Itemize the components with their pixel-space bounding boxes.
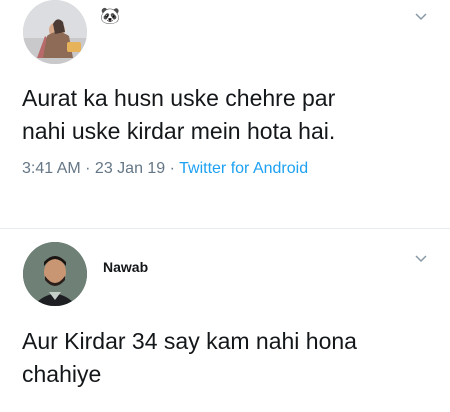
avatar[interactable] (23, 242, 87, 306)
tweet-date[interactable]: 23 Jan 19 (95, 160, 165, 177)
chevron-down-icon[interactable] (414, 252, 428, 266)
display-name[interactable]: 🐼 (100, 6, 120, 26)
tweet-text: Aur Kirdar 34 say kam nahi hona chahiye (22, 328, 357, 387)
tweet-reply[interactable]: Nawab Aur Kirdar 34 say kam nahi hona ch… (0, 229, 450, 412)
tweet-meta: 3:41 AM · 23 Jan 19 · Twitter for Androi… (22, 160, 308, 178)
tweet-time[interactable]: 3:41 AM (22, 160, 81, 177)
chevron-down-icon[interactable] (414, 10, 428, 24)
display-name[interactable]: Nawab (103, 259, 148, 275)
avatar[interactable] (23, 0, 87, 64)
meta-separator: · (165, 160, 180, 177)
avatar-image (23, 242, 87, 306)
tweet-source-link[interactable]: Twitter for Android (179, 160, 308, 177)
tweet-text: Aurat ka husn uske chehre par nahi uske … (22, 85, 336, 144)
avatar-image (23, 0, 87, 64)
tweet-original[interactable]: 🐼 Aurat ka husn uske chehre par nahi usk… (0, 0, 450, 228)
meta-separator: · (80, 160, 95, 177)
